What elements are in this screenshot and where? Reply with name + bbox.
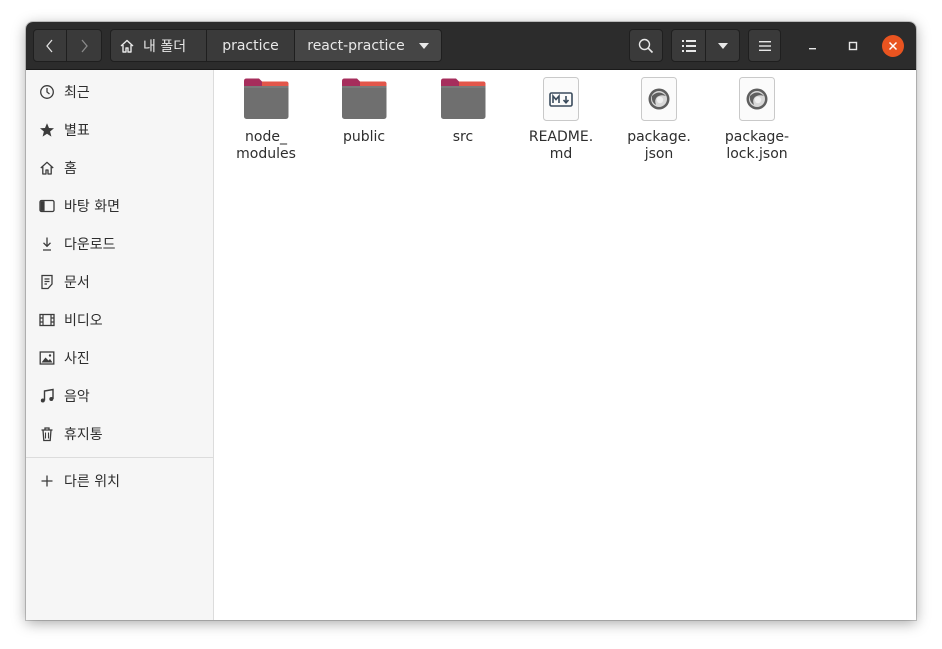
sidebar-item-pictures[interactable]: 사진 bbox=[26, 341, 214, 375]
home-icon bbox=[39, 160, 55, 176]
file-item-readme[interactable]: README. md bbox=[513, 75, 609, 163]
search-button[interactable] bbox=[629, 29, 663, 62]
sidebar-item-label: 별표 bbox=[64, 123, 90, 139]
close-button[interactable] bbox=[882, 35, 904, 57]
sidebar-item-label: 홈 bbox=[64, 161, 77, 177]
file-manager-window: 내 폴더 practice react-practice 최근 별표 홈 바탕 … bbox=[26, 22, 916, 620]
desktop-icon bbox=[39, 198, 55, 214]
sidebar-item-label: 다른 위치 bbox=[64, 474, 120, 490]
markdown-file-icon bbox=[543, 77, 579, 121]
file-view: node_ modules public src README. md pack… bbox=[215, 70, 916, 620]
dropdown-arrow-icon bbox=[717, 42, 728, 49]
sidebar-item-recent[interactable]: 최근 bbox=[26, 75, 214, 109]
sidebar-item-starred[interactable]: 별표 bbox=[26, 113, 214, 147]
view-options-button[interactable] bbox=[706, 29, 740, 62]
main-menu-button[interactable] bbox=[748, 29, 781, 62]
sidebar-item-label: 음악 bbox=[64, 389, 90, 405]
sidebar-item-label: 최근 bbox=[64, 85, 90, 101]
maximize-icon bbox=[848, 41, 858, 51]
file-item-src[interactable]: src bbox=[415, 75, 511, 146]
star-icon bbox=[39, 122, 55, 138]
sidebar-divider bbox=[26, 457, 214, 458]
close-icon bbox=[888, 41, 898, 51]
header-bar: 내 폴더 practice react-practice bbox=[26, 22, 916, 70]
list-view-button[interactable] bbox=[671, 29, 706, 62]
plus-icon bbox=[39, 473, 55, 489]
sidebar-item-label: 다운로드 bbox=[64, 237, 116, 253]
home-icon bbox=[120, 39, 134, 53]
sidebar-item-label: 문서 bbox=[64, 275, 90, 291]
folder-icon bbox=[342, 78, 387, 119]
file-item-node-modules[interactable]: node_ modules bbox=[218, 75, 314, 163]
sidebar-item-downloads[interactable]: 다운로드 bbox=[26, 227, 214, 261]
forward-button[interactable] bbox=[67, 29, 102, 62]
file-item-public[interactable]: public bbox=[316, 75, 412, 146]
file-name: package. json bbox=[627, 129, 691, 162]
video-icon bbox=[39, 312, 55, 328]
hamburger-icon bbox=[758, 40, 771, 51]
document-icon bbox=[39, 274, 55, 290]
sidebar-item-label: 바탕 화면 bbox=[64, 199, 120, 215]
trash-icon bbox=[39, 426, 55, 442]
sidebar-item-home[interactable]: 홈 bbox=[26, 151, 214, 185]
breadcrumb-home-label: 내 폴더 bbox=[143, 38, 187, 55]
breadcrumb-react-practice[interactable]: react-practice bbox=[295, 29, 442, 62]
dropdown-arrow-icon[interactable] bbox=[418, 42, 429, 49]
sidebar-item-label: 사진 bbox=[64, 351, 90, 367]
sidebar-item-documents[interactable]: 문서 bbox=[26, 265, 214, 299]
breadcrumb-practice-label: practice bbox=[222, 37, 279, 54]
json-file-icon bbox=[641, 77, 677, 121]
chevron-right-icon bbox=[81, 39, 88, 52]
music-icon bbox=[39, 388, 55, 404]
download-icon bbox=[39, 236, 55, 252]
sidebar-item-label: 비디오 bbox=[64, 313, 103, 329]
file-item-package-json[interactable]: package. json bbox=[611, 75, 707, 163]
folder-icon bbox=[244, 78, 289, 119]
sidebar-item-music[interactable]: 음악 bbox=[26, 379, 214, 413]
chevron-left-icon bbox=[46, 39, 53, 52]
breadcrumb-current-label: react-practice bbox=[307, 37, 405, 54]
list-view-icon bbox=[681, 39, 696, 52]
sidebar: 최근 별표 홈 바탕 화면 다운로드 문서 비디오 사진 음악 휴지통 다른 위… bbox=[26, 70, 214, 620]
json-file-icon bbox=[739, 77, 775, 121]
breadcrumb-home[interactable]: 내 폴더 bbox=[110, 29, 207, 62]
file-item-package-lock-json[interactable]: package-lock.json bbox=[709, 75, 805, 163]
minimize-icon bbox=[809, 48, 816, 50]
file-name: package-lock.json bbox=[724, 129, 790, 162]
breadcrumb-practice[interactable]: practice bbox=[207, 29, 295, 62]
file-name: public bbox=[342, 129, 386, 145]
sidebar-item-videos[interactable]: 비디오 bbox=[26, 303, 214, 337]
sidebar-item-trash[interactable]: 휴지통 bbox=[26, 417, 214, 451]
search-icon bbox=[638, 38, 654, 53]
back-button[interactable] bbox=[33, 29, 67, 62]
file-name: src bbox=[452, 129, 474, 145]
file-name: node_ modules bbox=[236, 129, 296, 162]
picture-icon bbox=[39, 350, 55, 366]
minimize-button[interactable] bbox=[802, 35, 824, 57]
clock-icon bbox=[39, 84, 55, 100]
sidebar-item-other-locations[interactable]: 다른 위치 bbox=[26, 464, 214, 498]
maximize-button[interactable] bbox=[842, 35, 864, 57]
file-name: README. md bbox=[528, 129, 594, 162]
sidebar-item-desktop[interactable]: 바탕 화면 bbox=[26, 189, 214, 223]
folder-icon bbox=[441, 78, 486, 119]
sidebar-item-label: 휴지통 bbox=[64, 427, 103, 443]
